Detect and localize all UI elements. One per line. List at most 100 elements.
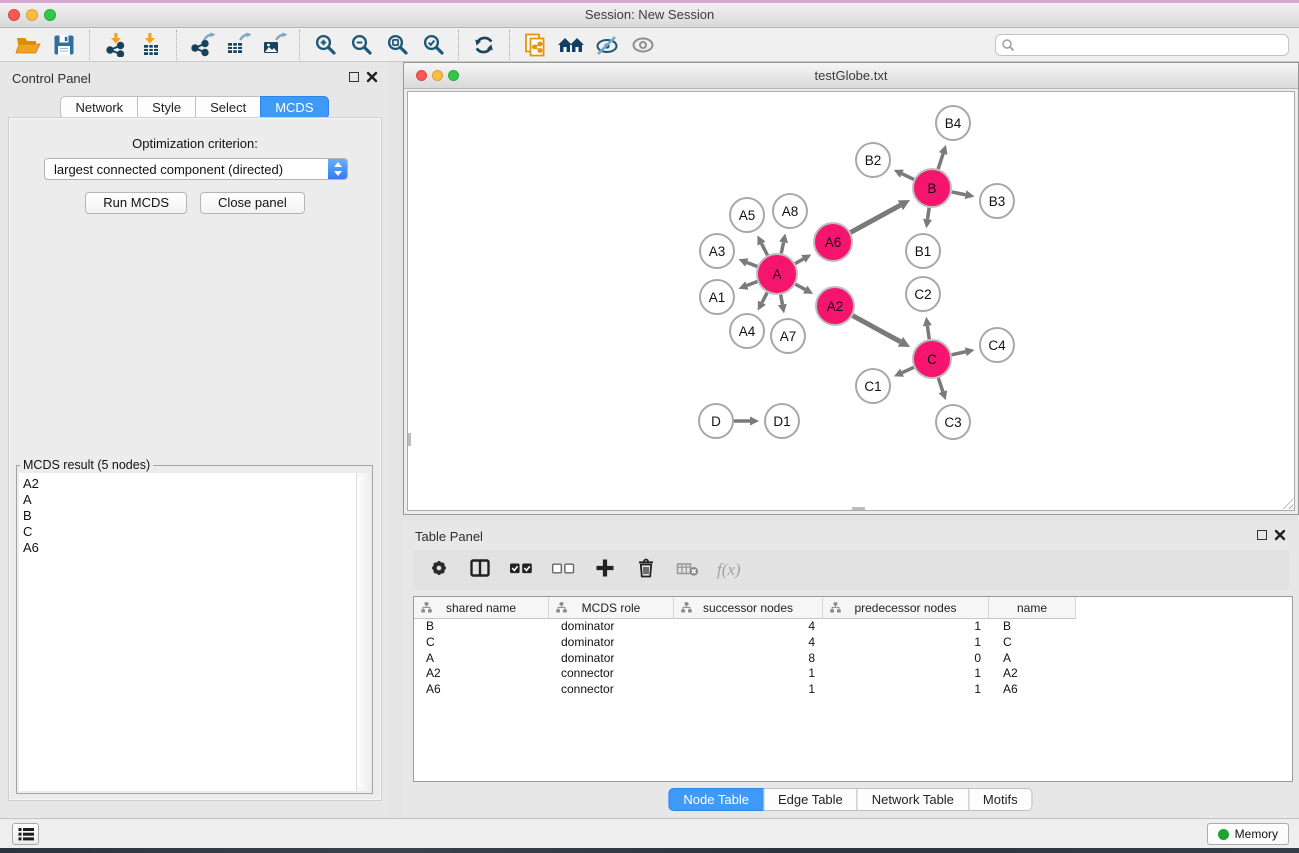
function-button[interactable]: f(x) bbox=[717, 560, 741, 580]
column-header-name[interactable]: name bbox=[989, 597, 1076, 619]
dropdown-stepper-icon[interactable] bbox=[328, 159, 347, 179]
mcds-result-item[interactable]: C bbox=[23, 524, 370, 540]
cell-shared_name[interactable]: C bbox=[414, 635, 549, 651]
close-table-panel-icon[interactable] bbox=[1274, 529, 1286, 541]
edge-C-C3[interactable] bbox=[938, 378, 947, 400]
node-B3[interactable]: B3 bbox=[980, 184, 1014, 218]
edge-C-C1[interactable] bbox=[894, 367, 914, 376]
cell-successor_nodes[interactable]: 8 bbox=[674, 651, 823, 667]
table-row[interactable]: Adominator80A bbox=[414, 651, 1292, 667]
node-C3[interactable]: C3 bbox=[936, 405, 970, 439]
refresh-button[interactable] bbox=[466, 30, 502, 60]
edge-A-A4[interactable] bbox=[758, 293, 768, 311]
column-header-mcds-role[interactable]: MCDS role bbox=[549, 597, 674, 619]
edge-A-A5[interactable] bbox=[757, 236, 767, 256]
task-history-button[interactable] bbox=[12, 823, 39, 845]
cell-predecessor_nodes[interactable]: 1 bbox=[823, 666, 989, 682]
zoom-in-button[interactable] bbox=[307, 30, 343, 60]
save-session-button[interactable] bbox=[46, 30, 82, 60]
cell-mcds_role[interactable]: dominator bbox=[549, 651, 674, 667]
edge-D-D1[interactable] bbox=[734, 417, 759, 426]
node-A[interactable]: A bbox=[757, 254, 797, 294]
add-button[interactable] bbox=[593, 556, 617, 585]
edge-B-B2[interactable] bbox=[894, 170, 914, 180]
cell-name[interactable]: A6 bbox=[989, 682, 1076, 698]
zoom-selected-button[interactable] bbox=[415, 30, 451, 60]
cell-name[interactable]: A bbox=[989, 651, 1076, 667]
search-box[interactable] bbox=[995, 34, 1289, 56]
edge-A2-C[interactable] bbox=[853, 316, 911, 347]
node-D1[interactable]: D1 bbox=[765, 404, 799, 438]
cell-predecessor_nodes[interactable]: 1 bbox=[823, 635, 989, 651]
cell-successor_nodes[interactable]: 1 bbox=[674, 666, 823, 682]
tab-network[interactable]: Network bbox=[60, 96, 138, 119]
cell-successor_nodes[interactable]: 1 bbox=[674, 682, 823, 698]
mcds-result-item[interactable]: A bbox=[23, 492, 370, 508]
gear-button[interactable] bbox=[427, 556, 451, 585]
column-header-shared-name[interactable]: shared name bbox=[414, 597, 549, 619]
memory-button[interactable]: Memory bbox=[1207, 823, 1289, 845]
scrollbar-track[interactable] bbox=[356, 473, 370, 791]
table-row[interactable]: Bdominator41B bbox=[414, 619, 1292, 635]
open-session-button[interactable] bbox=[10, 30, 46, 60]
node-C1[interactable]: C1 bbox=[856, 369, 890, 403]
node-A6[interactable]: A6 bbox=[814, 223, 852, 261]
search-input[interactable] bbox=[1015, 37, 1283, 53]
network-canvas[interactable]: AA1A2A3A4A5A6A7A8BB1B2B3B4CC1C2C3C4DD1 bbox=[407, 91, 1295, 511]
cell-mcds_role[interactable]: connector bbox=[549, 682, 674, 698]
cell-mcds_role[interactable]: connector bbox=[549, 666, 674, 682]
node-A1[interactable]: A1 bbox=[700, 280, 734, 314]
zoom-out-button[interactable] bbox=[343, 30, 379, 60]
show-hide-button[interactable] bbox=[625, 30, 661, 60]
edge-C-C2[interactable] bbox=[923, 317, 932, 339]
edge-A-A7[interactable] bbox=[778, 295, 787, 314]
tab-network-table[interactable]: Network Table bbox=[857, 788, 969, 811]
vertical-scroll-thumb[interactable] bbox=[408, 433, 411, 446]
import-network-button[interactable] bbox=[97, 30, 133, 60]
cell-predecessor_nodes[interactable]: 1 bbox=[823, 682, 989, 698]
close-panel-icon[interactable] bbox=[366, 71, 378, 83]
edge-A-A8[interactable] bbox=[779, 234, 788, 254]
homes-button[interactable] bbox=[553, 30, 589, 60]
tab-node-table[interactable]: Node Table bbox=[668, 788, 764, 811]
node-A3[interactable]: A3 bbox=[700, 234, 734, 268]
node-C2[interactable]: C2 bbox=[906, 277, 940, 311]
tab-mcds[interactable]: MCDS bbox=[260, 96, 328, 119]
mcds-result-item[interactable]: B bbox=[23, 508, 370, 524]
export-network-button[interactable] bbox=[184, 30, 220, 60]
mcds-result-item[interactable]: A2 bbox=[23, 476, 370, 492]
columns-button[interactable] bbox=[468, 556, 492, 585]
tab-motifs[interactable]: Motifs bbox=[968, 788, 1033, 811]
cell-successor_nodes[interactable]: 4 bbox=[674, 635, 823, 651]
horizontal-scroll-thumb[interactable] bbox=[852, 507, 865, 510]
export-table-button[interactable] bbox=[220, 30, 256, 60]
column-header-predecessor-nodes[interactable]: predecessor nodes bbox=[823, 597, 989, 619]
import-table-button[interactable] bbox=[133, 30, 169, 60]
edge-A-A6[interactable] bbox=[795, 254, 811, 263]
cell-name[interactable]: A2 bbox=[989, 666, 1076, 682]
cell-mcds_role[interactable]: dominator bbox=[549, 635, 674, 651]
node-A7[interactable]: A7 bbox=[771, 319, 805, 353]
node-B1[interactable]: B1 bbox=[906, 234, 940, 268]
float-panel-icon[interactable] bbox=[349, 72, 359, 82]
tab-select[interactable]: Select bbox=[195, 96, 261, 119]
deselect-all-button[interactable] bbox=[551, 556, 576, 585]
edge-C-C4[interactable] bbox=[952, 347, 975, 356]
table-row[interactable]: A6connector11A6 bbox=[414, 682, 1292, 698]
select-all-button[interactable] bbox=[509, 556, 534, 585]
cell-name[interactable]: C bbox=[989, 635, 1076, 651]
mcds-result-item[interactable]: A6 bbox=[23, 540, 370, 556]
toggle-bird-view-button[interactable] bbox=[589, 30, 625, 60]
tab-style[interactable]: Style bbox=[137, 96, 196, 119]
cell-shared_name[interactable]: A bbox=[414, 651, 549, 667]
close-panel-button[interactable]: Close panel bbox=[200, 192, 305, 214]
delete-button[interactable] bbox=[634, 556, 658, 585]
node-A5[interactable]: A5 bbox=[730, 198, 764, 232]
table-row[interactable]: Cdominator41C bbox=[414, 635, 1292, 651]
cell-mcds_role[interactable]: dominator bbox=[549, 619, 674, 635]
run-mcds-button[interactable]: Run MCDS bbox=[85, 192, 187, 214]
cell-shared_name[interactable]: A2 bbox=[414, 666, 549, 682]
optimization-dropdown[interactable]: largest connected component (directed) bbox=[44, 158, 348, 180]
cell-successor_nodes[interactable]: 4 bbox=[674, 619, 823, 635]
node-C[interactable]: C bbox=[913, 340, 951, 378]
